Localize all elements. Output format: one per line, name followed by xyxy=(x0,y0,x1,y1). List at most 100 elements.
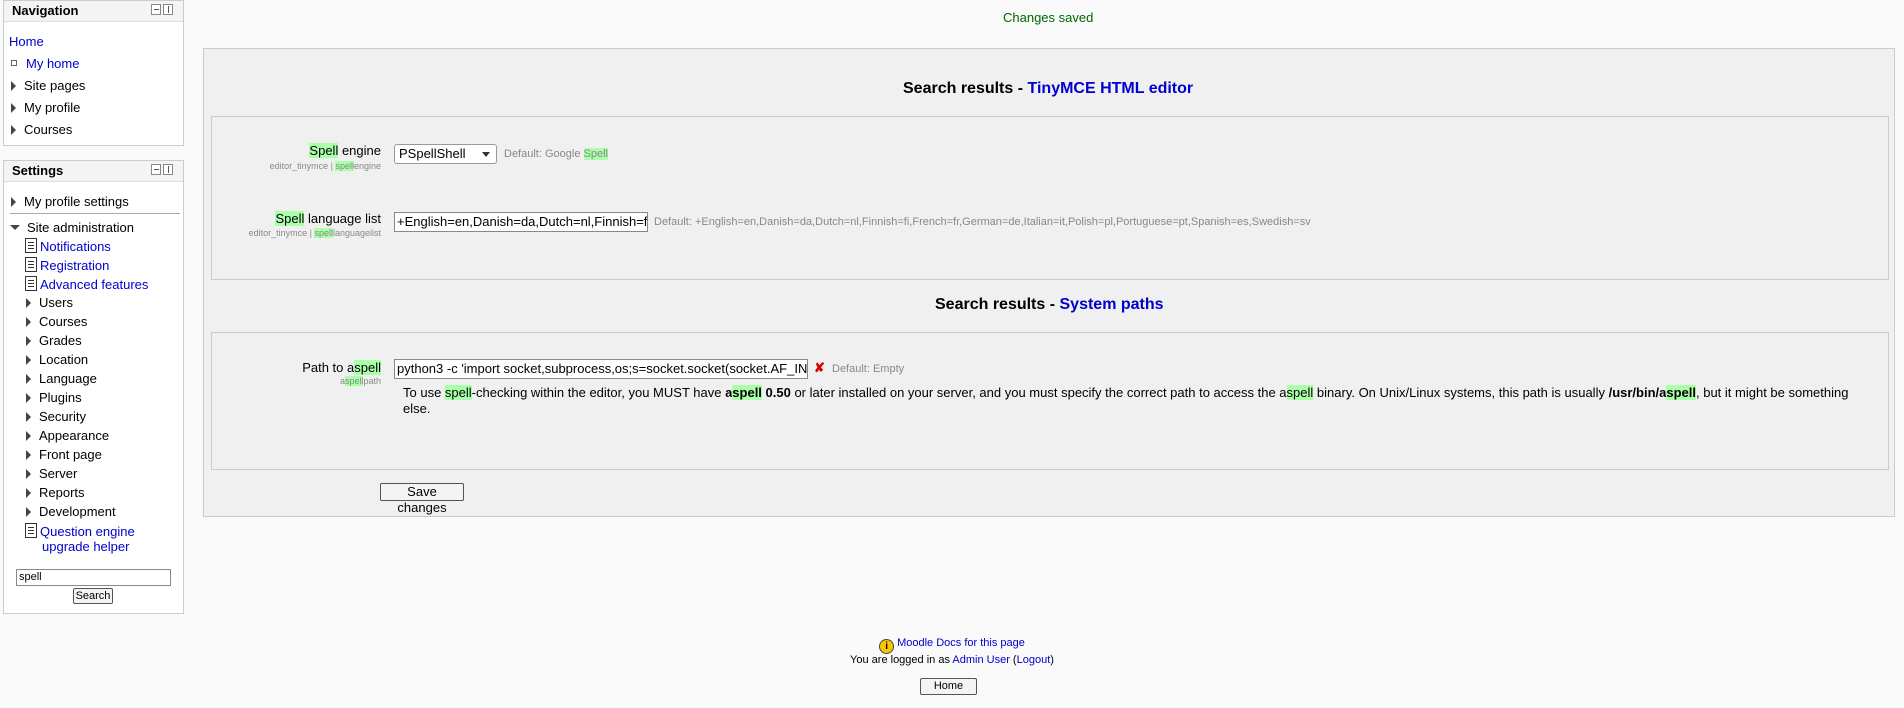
section-heading-tinymce: Search results - TinyMCE HTML editor xyxy=(903,80,1193,98)
error-icon: ✘ xyxy=(814,360,825,375)
sidebar-item-label: Grades xyxy=(39,333,82,348)
nav-courses[interactable]: Courses xyxy=(11,122,72,137)
sidebar-item-label[interactable]: Advanced features xyxy=(40,277,148,292)
section-heading-prefix: Search results - xyxy=(903,80,1028,97)
spell-language-label-group: Spell language list editor_tinymce | spe… xyxy=(213,211,381,241)
logout-link[interactable]: Logout xyxy=(1017,654,1051,666)
highlight: spell xyxy=(344,376,364,386)
nav-home[interactable]: Home xyxy=(9,34,44,49)
sidebar-item-appearance[interactable]: Appearance xyxy=(26,428,109,443)
sidebar-item-question-engine-line2[interactable]: upgrade helper xyxy=(42,539,129,554)
highlight: spell xyxy=(314,228,333,238)
spell-language-label: Spell language list xyxy=(275,211,381,226)
label-text: engine xyxy=(338,143,381,158)
settings-site-administration[interactable]: Site administration xyxy=(10,220,134,235)
sidebar-item-label: Reports xyxy=(39,485,85,500)
sidebar-item-language[interactable]: Language xyxy=(26,371,97,386)
sidebar-item-question-engine[interactable]: Question engine xyxy=(25,523,135,539)
sub-text: editor_tinymce | xyxy=(248,228,315,238)
expand-icon xyxy=(26,488,31,498)
settings-site-administration-label: Site administration xyxy=(27,220,134,235)
page-icon xyxy=(25,257,37,272)
moodle-docs-link[interactable]: Moodle Docs for this page xyxy=(897,637,1025,649)
sidebar-item-reports[interactable]: Reports xyxy=(26,485,85,500)
settings-block-header: Settings xyxy=(4,161,183,182)
sidebar-item-security[interactable]: Security xyxy=(26,409,86,424)
info-icon: i xyxy=(879,639,895,654)
aspell-path-input[interactable]: python3 -c 'import socket,subprocess,os;… xyxy=(394,359,808,379)
dock-block-icon[interactable] xyxy=(163,4,173,15)
admin-search-input[interactable]: spell xyxy=(16,569,171,586)
nav-my-profile[interactable]: My profile xyxy=(11,100,80,115)
nav-my-home[interactable]: My home xyxy=(11,56,79,71)
desc-text: , but it might be something xyxy=(1696,385,1849,400)
divider xyxy=(10,213,180,214)
expand-icon xyxy=(11,197,16,207)
expand-icon xyxy=(11,125,16,135)
highlight: spell xyxy=(354,360,381,375)
expand-icon xyxy=(26,450,31,460)
sidebar-item-label[interactable]: Question engine xyxy=(40,524,135,539)
expand-icon xyxy=(26,507,31,517)
section-heading-prefix: Search results - xyxy=(935,296,1060,313)
sidebar-item-plugins[interactable]: Plugins xyxy=(26,390,82,405)
sidebar-item-location[interactable]: Location xyxy=(26,352,88,367)
desc-bold: /usr/bin/aspell xyxy=(1609,385,1696,400)
highlight: spell xyxy=(335,161,354,171)
sidebar-item-advanced-features[interactable]: Advanced features xyxy=(25,276,148,292)
sidebar-item-label[interactable]: Notifications xyxy=(40,239,111,254)
settings-my-profile-settings[interactable]: My profile settings xyxy=(11,194,129,209)
default-text: Default: Google xyxy=(504,148,584,160)
sidebar-item-label: Plugins xyxy=(39,390,82,405)
user-link[interactable]: Admin User xyxy=(952,654,1009,666)
nav-site-pages[interactable]: Site pages xyxy=(11,78,85,93)
aspell-description: To use spell-checking within the editor,… xyxy=(403,385,1863,417)
highlight: spell xyxy=(732,385,762,400)
sidebar-item-label[interactable]: Registration xyxy=(40,258,109,273)
nav-my-home-link[interactable]: My home xyxy=(26,56,79,71)
nav-courses-label: Courses xyxy=(24,122,73,137)
spell-engine-label-group: Spell engine editor_tinymce | spellengin… xyxy=(213,143,381,173)
tinymce-settings-fieldset xyxy=(211,116,1889,280)
sub-text: languagelist xyxy=(332,228,381,238)
expand-icon xyxy=(26,393,31,403)
sidebar-item-registration[interactable]: Registration xyxy=(25,257,109,273)
sub-text: engine xyxy=(353,161,381,171)
section-heading-system-paths: Search results - System paths xyxy=(935,296,1164,314)
sidebar-item-label: Location xyxy=(39,352,89,367)
page-icon xyxy=(25,523,37,538)
sub-text: editor_tinymce | xyxy=(269,161,336,171)
home-button[interactable]: Home xyxy=(920,678,977,695)
save-changes-button[interactable]: Save changes xyxy=(380,483,464,515)
aspell-label-group: Path to aspell aspellpath xyxy=(213,360,381,390)
sidebar-item-label[interactable]: upgrade helper xyxy=(42,539,129,554)
sidebar-item-server[interactable]: Server xyxy=(26,466,77,481)
highlight: spell xyxy=(444,385,472,400)
login-info: You are logged in as Admin User (Logout) xyxy=(0,654,1904,666)
block-controls xyxy=(151,164,173,175)
nav-home-link[interactable]: Home xyxy=(9,34,44,49)
admin-search-button[interactable]: Search xyxy=(73,588,113,604)
label-text: language list xyxy=(304,211,381,226)
sidebar-item-notifications[interactable]: Notifications xyxy=(25,238,111,254)
desc-text: To use xyxy=(403,385,445,400)
sidebar-item-front-page[interactable]: Front page xyxy=(26,447,102,462)
login-text: You are logged in as xyxy=(850,654,953,666)
sidebar-item-users[interactable]: Users xyxy=(26,295,73,310)
aspell-label: Path to aspell xyxy=(302,360,381,375)
spell-engine-select[interactable]: PSpellShell xyxy=(394,144,497,164)
page-icon xyxy=(25,238,37,253)
section-heading-link[interactable]: System paths xyxy=(1060,296,1164,313)
dock-block-icon[interactable] xyxy=(163,164,173,175)
aspell-setting-id: aspellpath xyxy=(340,376,381,386)
section-heading-link[interactable]: TinyMCE HTML editor xyxy=(1028,80,1194,97)
hide-block-icon[interactable] xyxy=(151,164,161,175)
sidebar-item-label: Server xyxy=(39,466,78,481)
spell-language-input[interactable]: +English=en,Danish=da,Dutch=nl,Finnish=f… xyxy=(394,212,648,232)
hide-block-icon[interactable] xyxy=(151,4,161,15)
sidebar-item-grades[interactable]: Grades xyxy=(26,333,82,348)
bullet-icon xyxy=(11,60,17,66)
desc-bold: aspell 0.50 xyxy=(725,385,791,400)
sidebar-item-development[interactable]: Development xyxy=(26,504,116,519)
sidebar-item-courses[interactable]: Courses xyxy=(26,314,87,329)
